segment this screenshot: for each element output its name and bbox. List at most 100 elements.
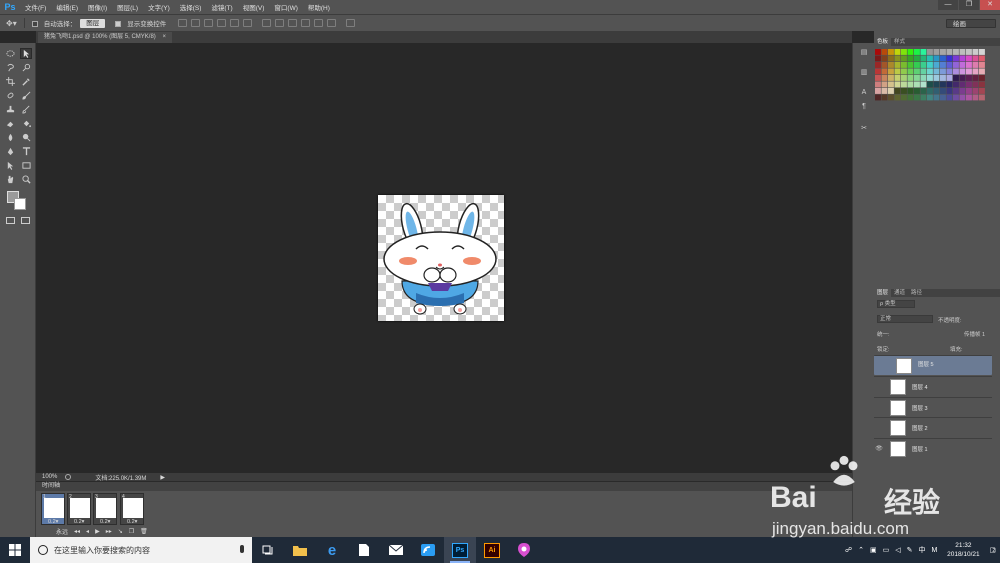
color-swatch[interactable]: [875, 62, 881, 68]
align-bottom-icon[interactable]: [204, 19, 214, 27]
color-swatch[interactable]: [953, 81, 959, 88]
color-swatch[interactable]: [959, 94, 966, 101]
color-swatch[interactable]: [946, 75, 953, 81]
color-swatch[interactable]: [972, 62, 979, 68]
timeline-title[interactable]: 时间轴: [36, 482, 852, 491]
loop-dropdown[interactable]: 永远: [56, 527, 68, 536]
color-swatch[interactable]: [894, 68, 901, 75]
rectangle-tool-icon[interactable]: [20, 160, 32, 171]
color-swatch[interactable]: [966, 88, 972, 94]
healing-brush-tool-icon[interactable]: [4, 90, 16, 101]
color-swatch[interactable]: [907, 62, 914, 68]
swatch-grid[interactable]: [875, 48, 987, 106]
tray-app-icon[interactable]: ▣: [870, 546, 877, 554]
color-swatch[interactable]: [946, 94, 953, 101]
color-swatch[interactable]: [979, 62, 985, 68]
color-swatch[interactable]: [901, 94, 907, 101]
illustrator-taskbar-icon[interactable]: Ai: [476, 537, 508, 563]
play-icon[interactable]: ▶: [95, 528, 100, 535]
quick-mask-icon[interactable]: [6, 217, 15, 224]
edge-browser-icon[interactable]: e: [316, 537, 348, 563]
color-swatch[interactable]: [933, 62, 940, 68]
color-swatch[interactable]: [979, 81, 985, 88]
color-swatch[interactable]: [901, 55, 907, 62]
task-view-icon[interactable]: [252, 537, 284, 563]
color-swatch[interactable]: [940, 94, 946, 101]
screen-mode-icon[interactable]: [21, 217, 30, 224]
crop-tool-icon[interactable]: [4, 76, 16, 87]
timeline-frame[interactable]: 2 0.2▾: [67, 493, 91, 525]
start-button[interactable]: [0, 537, 30, 563]
frame-delay[interactable]: 0.2▾: [74, 519, 84, 525]
brush-tool-icon[interactable]: [20, 90, 32, 101]
eyedropper-tool-icon[interactable]: [20, 76, 32, 87]
color-swatch[interactable]: [940, 88, 946, 94]
align-top-icon[interactable]: [178, 19, 188, 27]
color-swatch[interactable]: [972, 68, 979, 75]
color-swatch[interactable]: [966, 81, 972, 88]
color-swatch[interactable]: [875, 88, 881, 94]
color-swatch[interactable]: [901, 88, 907, 94]
microphone-icon[interactable]: [240, 545, 244, 553]
menu-image[interactable]: 图像(I): [83, 2, 112, 12]
color-swatch[interactable]: [888, 94, 894, 101]
color-swatch[interactable]: [933, 94, 940, 101]
color-swatch[interactable]: [972, 94, 979, 101]
color-swatch[interactable]: [953, 55, 959, 62]
frame-delay[interactable]: 0.2▾: [48, 519, 58, 525]
timeline-frame[interactable]: 4 0.2▾: [120, 493, 144, 525]
language-icon[interactable]: 中: [919, 545, 926, 555]
color-swatch[interactable]: [927, 94, 933, 101]
color-swatch[interactable]: [946, 55, 953, 62]
color-swatch[interactable]: [972, 88, 979, 94]
network-app-icon[interactable]: [412, 537, 444, 563]
color-swatch[interactable]: [881, 49, 888, 55]
zoom-level[interactable]: 100%: [42, 474, 57, 480]
color-swatch[interactable]: [959, 49, 966, 55]
timeline-frame[interactable]: 3 0.2▾: [93, 493, 117, 525]
color-swatch[interactable]: [953, 49, 959, 55]
duplicate-frame-icon[interactable]: ❐: [129, 528, 134, 535]
pen-icon[interactable]: ✎: [907, 546, 913, 554]
lasso-tool-icon[interactable]: [4, 62, 16, 73]
propagate-frame-label[interactable]: 传播帧 1: [964, 330, 985, 338]
restore-button[interactable]: ❐: [959, 0, 979, 10]
color-swatch[interactable]: [946, 62, 953, 68]
zoom-tool-icon[interactable]: [20, 174, 32, 185]
color-swatch[interactable]: [894, 75, 901, 81]
photoshop-taskbar-icon[interactable]: Ps: [444, 537, 476, 563]
color-swatch[interactable]: [959, 55, 966, 62]
color-swatch[interactable]: [920, 68, 927, 75]
color-swatch[interactable]: [888, 68, 894, 75]
export-icon[interactable]: [65, 474, 72, 480]
color-swatch[interactable]: [946, 49, 953, 55]
status-arrow-icon[interactable]: ▶: [160, 474, 165, 481]
color-swatch[interactable]: [940, 55, 946, 62]
auto-align-icon[interactable]: [346, 19, 356, 27]
color-swatch[interactable]: [894, 94, 901, 101]
color-swatch[interactable]: [927, 62, 933, 68]
color-swatch[interactable]: [933, 55, 940, 62]
color-swatch[interactable]: [894, 88, 901, 94]
color-swatch[interactable]: [953, 62, 959, 68]
color-swatch[interactable]: [966, 75, 972, 81]
color-swatch[interactable]: [888, 75, 894, 81]
color-swatch[interactable]: [888, 49, 894, 55]
align-right-icon[interactable]: [243, 19, 253, 27]
eraser-tool-icon[interactable]: [4, 118, 16, 129]
mail-icon[interactable]: [380, 537, 412, 563]
color-swatch[interactable]: [959, 68, 966, 75]
color-swatch[interactable]: [972, 55, 979, 62]
file-explorer-icon[interactable]: [284, 537, 316, 563]
color-swatch[interactable]: [959, 88, 966, 94]
color-swatch[interactable]: [881, 68, 888, 75]
color-swatch[interactable]: [881, 81, 888, 88]
color-swatch[interactable]: [940, 81, 946, 88]
color-swatch[interactable]: [959, 62, 966, 68]
color-swatch[interactable]: [888, 62, 894, 68]
color-swatch[interactable]: [907, 49, 914, 55]
color-swatch[interactable]: [907, 55, 914, 62]
color-swatch[interactable]: [972, 49, 979, 55]
notification-icon[interactable]: ▢ 2: [989, 546, 996, 554]
color-swatch[interactable]: [920, 55, 927, 62]
